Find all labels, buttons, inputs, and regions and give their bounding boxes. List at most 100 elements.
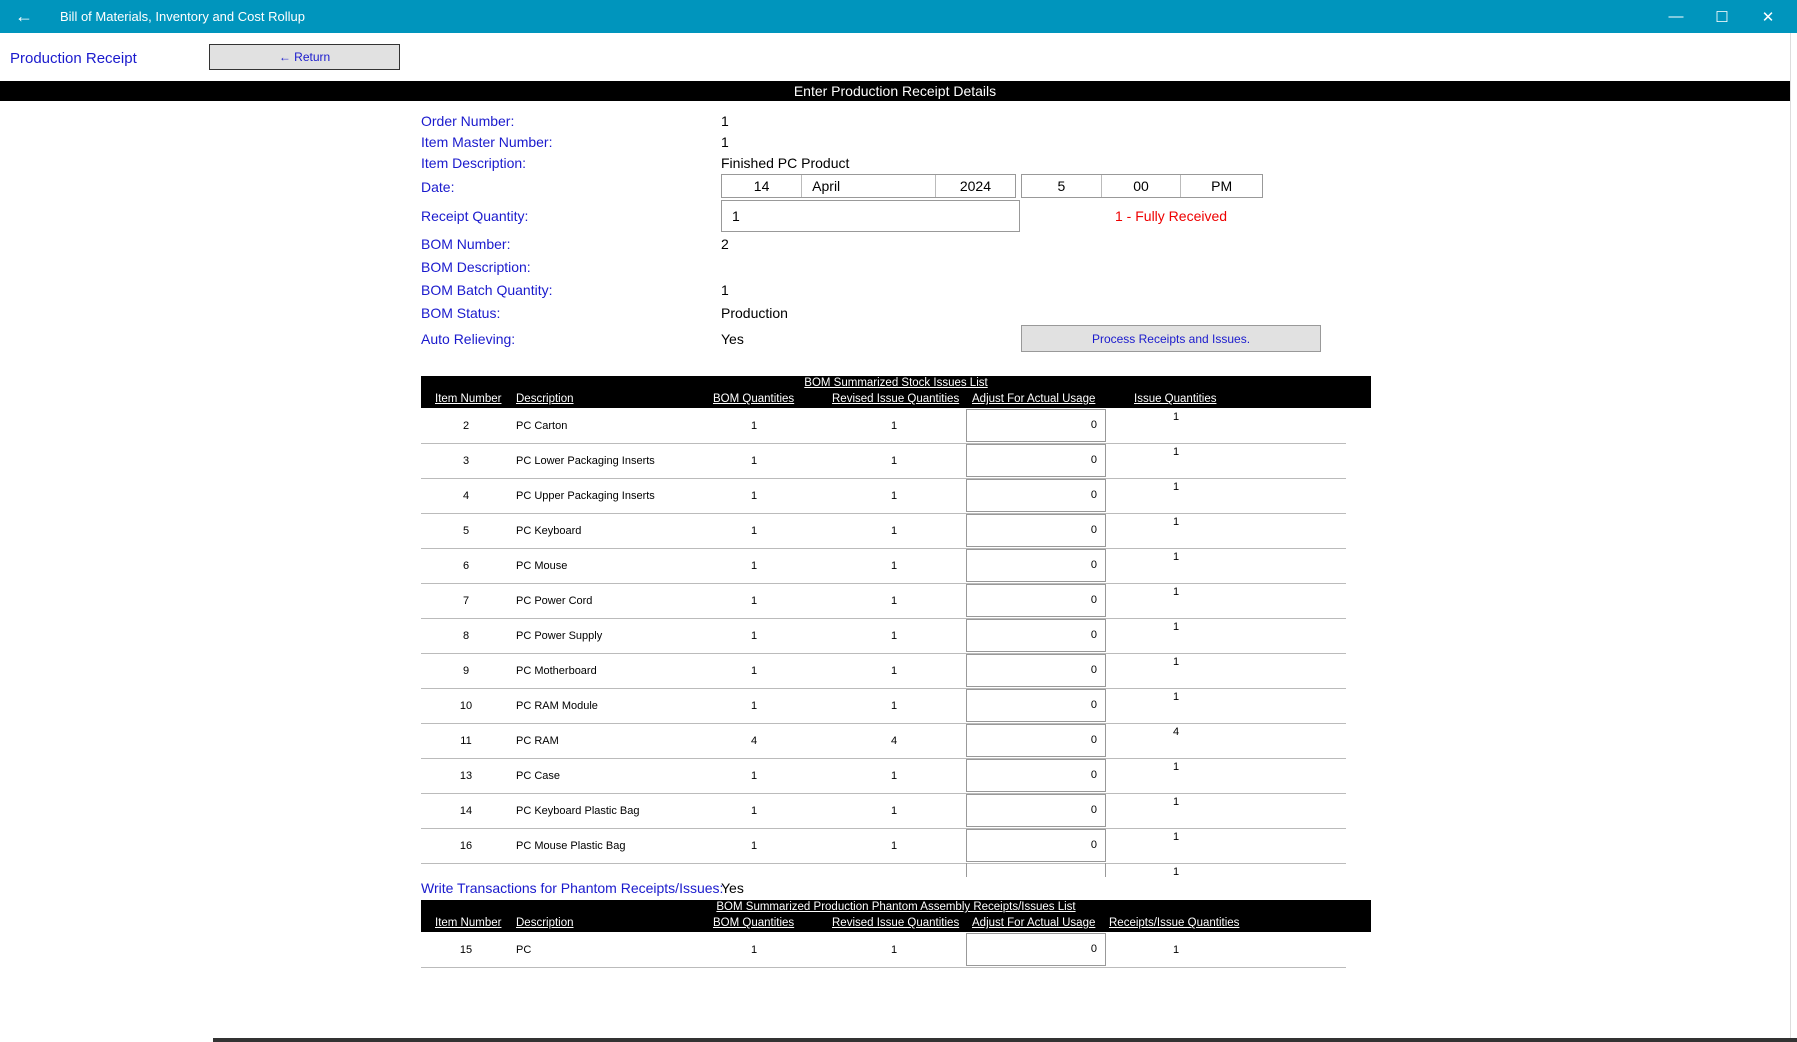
return-button[interactable]: ← Return — [209, 44, 400, 70]
date-picker[interactable]: 14 April 2024 — [721, 174, 1016, 198]
receipt-quantity-input[interactable]: 1 — [721, 200, 1020, 232]
item-description: PC RAM — [516, 735, 559, 747]
item-number: 2 — [462, 420, 470, 432]
adjust-usage-input[interactable]: 0 — [966, 619, 1106, 652]
revised-issue-quantity: 1 — [891, 630, 898, 642]
issue-quantity: 1 — [1173, 446, 1180, 458]
phantom-table-title: BOM Summarized Production Phantom Assemb… — [716, 901, 1076, 913]
date-year[interactable]: 2024 — [936, 175, 1015, 197]
bom-quantity: 1 — [751, 805, 758, 817]
auto-relieving-value: Yes — [721, 331, 744, 347]
issue-quantity: 1 — [1173, 831, 1180, 843]
close-icon[interactable]: ✕ — [1745, 0, 1791, 33]
table-row: 11 PC RAM 4 4 0 4 — [421, 723, 1346, 759]
issue-quantity: 1 — [1173, 796, 1180, 808]
adjust-usage-input[interactable]: 0 — [966, 514, 1106, 547]
adjust-usage-input[interactable]: 0 — [966, 794, 1106, 827]
bom-description-label: BOM Description: — [421, 259, 531, 275]
item-master-value: 1 — [721, 134, 729, 150]
bom-batch-label: BOM Batch Quantity: — [421, 282, 553, 298]
adjust-usage-input[interactable]: 0 — [966, 444, 1106, 477]
partial-row: 1 — [421, 862, 1346, 878]
bottom-edge — [213, 1038, 1797, 1042]
adjust-usage-input[interactable]: 0 — [966, 689, 1106, 722]
adjust-usage-input[interactable]: 0 — [966, 584, 1106, 617]
issue-quantity: 1 — [1173, 481, 1180, 493]
bom-quantity: 1 — [751, 455, 758, 467]
phantom-value: Yes — [721, 880, 744, 896]
adjust-usage-input[interactable]: 0 — [966, 654, 1106, 687]
adjust-usage-input[interactable]: 0 — [966, 759, 1106, 792]
maximize-icon[interactable]: ☐ — [1699, 0, 1745, 33]
item-number: 16 — [459, 840, 473, 852]
revised-issue-quantity: 4 — [891, 735, 898, 747]
revised-issue-quantity: 1 — [891, 700, 898, 712]
bom-quantity: 1 — [751, 595, 758, 607]
revised-issue-quantity: 1 — [891, 665, 898, 677]
issue-quantity: 1 — [1173, 656, 1180, 668]
table-row: 2 PC Carton 1 1 0 1 — [421, 408, 1346, 444]
section-banner: Enter Production Receipt Details — [0, 81, 1790, 101]
item-number: 7 — [462, 595, 470, 607]
revised-issue-quantity: 1 — [891, 595, 898, 607]
col-revised-issue: Revised Issue Quantities — [832, 917, 960, 929]
item-number: 3 — [462, 455, 470, 467]
time-picker[interactable]: 5 00 PM — [1021, 174, 1263, 198]
table-row: 10 PC RAM Module 1 1 0 1 — [421, 688, 1346, 724]
bom-status-value: Production — [721, 305, 788, 321]
adjust-usage-input[interactable]: 0 — [966, 409, 1106, 442]
col-bom-quantities: BOM Quantities — [713, 917, 795, 929]
item-number: 15 — [459, 944, 473, 956]
adjust-usage-input[interactable] — [966, 863, 1106, 877]
bom-quantity: 1 — [751, 560, 758, 572]
bom-number-value: 2 — [721, 236, 729, 252]
time-hour[interactable]: 5 — [1022, 175, 1102, 197]
back-arrow-icon[interactable]: ← — [0, 0, 48, 33]
order-number-value: 1 — [721, 113, 729, 129]
bom-quantity: 1 — [751, 525, 758, 537]
table-row: 15 PC 1 1 0 1 — [421, 932, 1346, 968]
revised-issue-quantity: 1 — [891, 805, 898, 817]
bom-quantity: 1 — [751, 840, 758, 852]
bom-quantity: 1 — [751, 944, 758, 956]
item-description: PC Keyboard — [516, 525, 582, 537]
issue-quantity: 1 — [1173, 551, 1180, 563]
scrollbar-track[interactable] — [1790, 33, 1791, 1042]
table-row: 6 PC Mouse 1 1 0 1 — [421, 548, 1346, 584]
process-receipts-button[interactable]: Process Receipts and Issues. — [1021, 325, 1321, 352]
item-number: 9 — [462, 665, 470, 677]
col-issue-quantities: Issue Quantities — [1134, 393, 1217, 405]
item-number: 11 — [460, 735, 472, 747]
adjust-usage-input[interactable]: 0 — [966, 724, 1106, 757]
adjust-usage-input[interactable]: 0 — [966, 933, 1106, 966]
bom-quantity: 1 — [751, 770, 758, 782]
item-description-value: Finished PC Product — [721, 155, 850, 171]
item-number: 6 — [462, 560, 470, 572]
table-row: 5 PC Keyboard 1 1 0 1 — [421, 513, 1346, 549]
bom-number-label: BOM Number: — [421, 236, 511, 252]
time-ampm[interactable]: PM — [1181, 175, 1262, 197]
received-status: 1 - Fully Received — [1115, 208, 1228, 224]
issues-table-header: BOM Summarized Stock Issues List Item Nu… — [421, 376, 1371, 408]
item-description: PC Power Supply — [516, 630, 603, 642]
item-number: 5 — [462, 525, 470, 537]
adjust-usage-input[interactable]: 0 — [966, 829, 1106, 862]
adjust-usage-input[interactable]: 0 — [966, 549, 1106, 582]
item-description: PC RAM Module — [516, 700, 598, 712]
col-item-number: Item Number — [435, 917, 502, 929]
revised-issue-quantity: 1 — [891, 420, 898, 432]
revised-issue-quantity: 1 — [891, 525, 898, 537]
minimize-icon[interactable]: — — [1653, 0, 1699, 33]
issue-quantity: 1 — [1173, 411, 1180, 423]
adjust-usage-input[interactable]: 0 — [966, 479, 1106, 512]
date-month[interactable]: April — [802, 175, 936, 197]
title-bar: ← Bill of Materials, Inventory and Cost … — [0, 0, 1797, 33]
revised-issue-quantity: 1 — [891, 840, 898, 852]
issue-quantity: 1 — [1173, 691, 1180, 703]
date-day[interactable]: 14 — [722, 175, 803, 197]
bom-quantity: 1 — [751, 490, 758, 502]
bom-quantity: 1 — [751, 420, 758, 432]
issue-quantity: 1 — [1173, 944, 1180, 956]
time-minute[interactable]: 00 — [1102, 175, 1182, 197]
bom-status-label: BOM Status: — [421, 305, 501, 321]
